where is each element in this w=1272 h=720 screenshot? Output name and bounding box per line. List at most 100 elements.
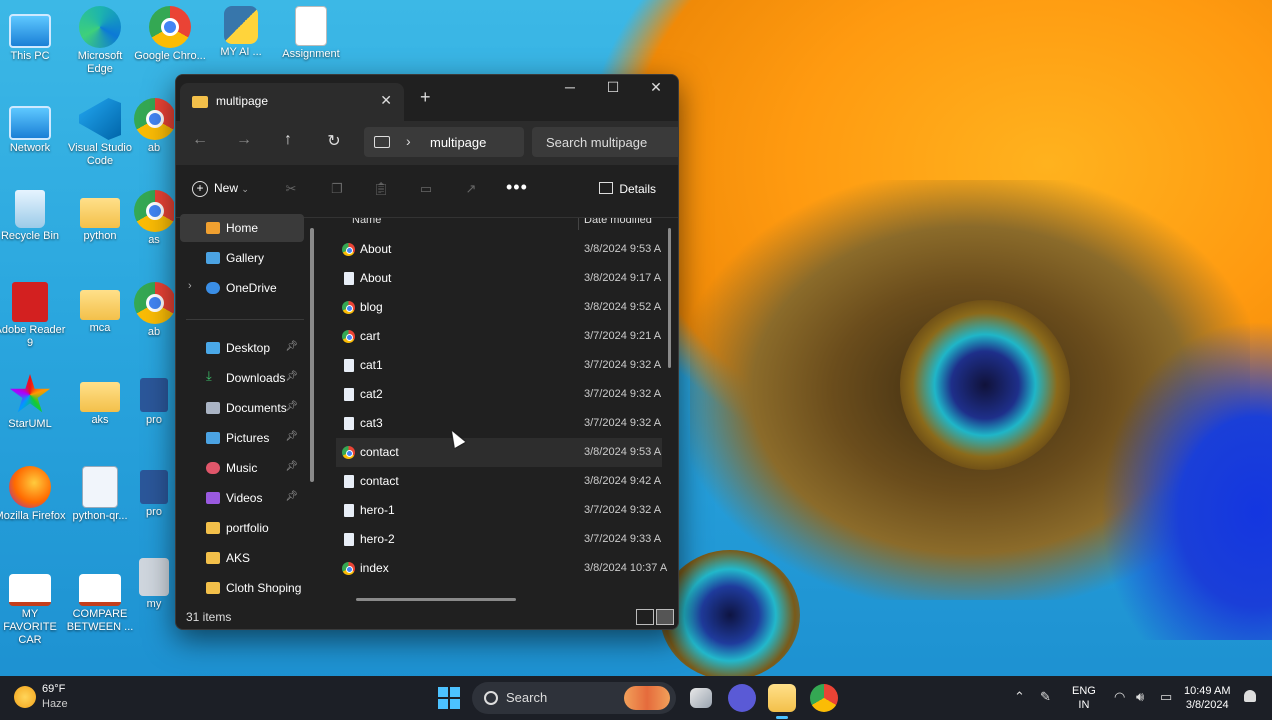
chrome-taskbar-icon[interactable] — [810, 684, 838, 712]
horizontal-scrollbar[interactable] — [356, 598, 516, 601]
new-tab-button[interactable]: + — [420, 87, 431, 108]
text-file-icon — [82, 466, 118, 508]
desktop-icon-mca[interactable]: mca — [64, 282, 136, 335]
paste-icon[interactable]: 📋︎ — [372, 181, 390, 199]
share-icon[interactable]: ↗ — [462, 181, 480, 199]
back-icon[interactable]: ← — [188, 131, 212, 149]
sidebar-item-downloads[interactable]: ⤓ Downloads 📌︎ — [180, 364, 304, 392]
file-row[interactable]: hero-1 3/7/2024 9:32 A — [336, 496, 662, 525]
clock[interactable]: 10:49 AM 3/8/2024 — [1184, 684, 1230, 712]
minimize-icon[interactable]: ─ — [552, 79, 588, 95]
title-bar[interactable]: multipage ✕ + ─ ☐ ✕ — [176, 75, 678, 121]
sidebar-item-pictures[interactable]: Pictures 📌︎ — [180, 424, 304, 452]
chevron-right-icon[interactable]: › — [188, 280, 192, 292]
weather-sun-icon[interactable] — [14, 686, 36, 708]
desktop-icon-recycle-bin[interactable]: Recycle Bin — [0, 190, 66, 243]
desktop-icon-staruml[interactable]: StarUML — [0, 374, 66, 431]
desktop-icon-edge[interactable]: Microsoft Edge — [64, 6, 136, 76]
sidebar-item-videos[interactable]: Videos 📌︎ — [180, 484, 304, 512]
column-separator[interactable] — [578, 218, 579, 230]
details-button[interactable]: Details — [599, 182, 656, 196]
desktop-icon-compare[interactable]: COMPARE BETWEEN ... — [64, 566, 136, 634]
file-row[interactable]: About 3/8/2024 9:53 A — [336, 235, 662, 264]
tab-multipage[interactable]: multipage ✕ — [180, 83, 404, 121]
rename-icon[interactable]: ▭ — [417, 181, 435, 199]
file-row[interactable]: cat3 3/7/2024 9:32 A — [336, 409, 662, 438]
presentation-icon — [79, 574, 121, 606]
address-path[interactable]: multipage — [430, 135, 486, 150]
chevron-right-icon[interactable]: › — [406, 133, 411, 149]
desktop-icon-aks[interactable]: aks — [64, 374, 136, 427]
sidebar-scrollbar[interactable] — [310, 218, 314, 599]
desktop-icon-adobe-reader[interactable]: Adobe Reader 9 — [0, 282, 66, 350]
desktop-icon-chrome[interactable]: Google Chro... — [134, 6, 206, 63]
task-view-icon[interactable] — [690, 688, 712, 708]
close-window-icon[interactable]: ✕ — [638, 79, 674, 96]
desktop-icon-this-pc[interactable]: This PC — [0, 8, 66, 63]
notification-bell-icon[interactable] — [1244, 690, 1256, 702]
copy-icon[interactable]: ❐ — [328, 181, 346, 199]
cut-icon[interactable]: ✂ — [282, 181, 300, 199]
file-row[interactable]: About 3/8/2024 9:17 A — [336, 264, 662, 293]
wifi-icon[interactable]: ◠ — [1114, 689, 1125, 705]
refresh-icon[interactable]: ↻ — [322, 131, 346, 151]
file-row[interactable]: blog 3/8/2024 9:52 A — [336, 293, 662, 322]
staruml-icon — [9, 374, 51, 413]
weather-widget[interactable]: 69°F Haze — [42, 682, 68, 712]
desktop-icon-python-qr[interactable]: python-qr... — [64, 466, 136, 523]
battery-icon[interactable]: ▭ — [1160, 689, 1172, 705]
more-options-button[interactable]: ••• — [506, 177, 528, 198]
language-indicator[interactable]: ENG IN — [1072, 684, 1096, 712]
start-button[interactable] — [438, 687, 460, 709]
file-row[interactable]: cat2 3/7/2024 9:32 A — [336, 380, 662, 409]
file-list-scrollbar[interactable] — [668, 228, 671, 368]
sidebar-item-onedrive[interactable]: › OneDrive — [180, 274, 304, 302]
file-row[interactable]: index 3/8/2024 10:37 A — [336, 554, 667, 583]
forward-icon[interactable]: → — [232, 131, 256, 149]
sidebar-item-aks[interactable]: AKS — [180, 544, 304, 572]
desktop-icon-my[interactable]: my — [134, 558, 174, 611]
taskbar-search[interactable]: Search — [472, 682, 676, 714]
file-row[interactable]: cart 3/7/2024 9:21 A — [336, 322, 662, 351]
chrome-html-icon — [342, 243, 355, 256]
desktop-icon-firefox[interactable]: Mozilla Firefox — [0, 466, 66, 523]
details-view-button[interactable] — [636, 609, 654, 625]
desktop-icon-my-favorite-car[interactable]: MY FAVORITE CAR — [0, 566, 66, 647]
desktop-icon-vscode[interactable]: Visual Studio Code — [64, 98, 136, 168]
tiles-view-button[interactable] — [656, 609, 674, 625]
volume-icon[interactable]: 🔊︎ — [1136, 689, 1144, 705]
teams-meet-icon[interactable] — [728, 684, 756, 712]
sidebar-item-cloth-shoping[interactable]: Cloth Shoping — [180, 574, 304, 602]
file-row[interactable]: hero-2 3/7/2024 9:33 A — [336, 525, 662, 554]
desktop-icon-ab-2[interactable]: ab — [134, 282, 174, 339]
chevron-up-icon[interactable]: ⌃ — [1014, 689, 1025, 705]
desktop-icon-assignment[interactable]: Assignment — [275, 6, 347, 61]
sidebar-item-music[interactable]: Music 📌︎ — [180, 454, 304, 482]
sidebar-item-documents[interactable]: Documents 📌︎ — [180, 394, 304, 422]
file-row[interactable]: cat1 3/7/2024 9:32 A — [336, 351, 662, 380]
sidebar-item-desktop[interactable]: Desktop 📌︎ — [180, 334, 304, 362]
desktop-icon-pro-2[interactable]: pro — [134, 466, 174, 519]
network-icon — [9, 106, 51, 140]
desktop-icon-my-ai[interactable]: MY AI ... — [205, 6, 277, 59]
address-bar[interactable]: › multipage — [364, 127, 524, 157]
desktop-icon-network[interactable]: Network — [0, 100, 66, 155]
sidebar-item-gallery[interactable]: Gallery — [180, 244, 304, 272]
maximize-icon[interactable]: ☐ — [595, 79, 631, 96]
sidebar-item-portfolio[interactable]: portfolio — [180, 514, 304, 542]
new-button[interactable]: + New ⌄ — [192, 181, 249, 197]
close-tab-icon[interactable]: ✕ — [380, 92, 392, 109]
sidebar-scrollbar-thumb[interactable] — [310, 228, 314, 482]
desktop-icon-as[interactable]: as — [134, 190, 174, 247]
pen-icon[interactable]: ✎ — [1040, 689, 1051, 705]
desktop-icon-python[interactable]: python — [64, 190, 136, 243]
file-explorer-taskbar-icon[interactable] — [768, 684, 796, 719]
file-row[interactable]: contact 3/8/2024 9:42 A — [336, 467, 662, 496]
pin-icon: 📌︎ — [285, 431, 298, 442]
desktop-icon-ab[interactable]: ab — [134, 98, 174, 155]
up-icon[interactable]: ↑ — [276, 131, 300, 149]
file-row-hovered[interactable]: contact 3/8/2024 9:53 A — [336, 438, 662, 467]
desktop-icon-pro[interactable]: pro — [134, 374, 174, 427]
sidebar-item-home[interactable]: Home — [180, 214, 304, 242]
search-box[interactable]: Search multipage — [532, 127, 678, 157]
